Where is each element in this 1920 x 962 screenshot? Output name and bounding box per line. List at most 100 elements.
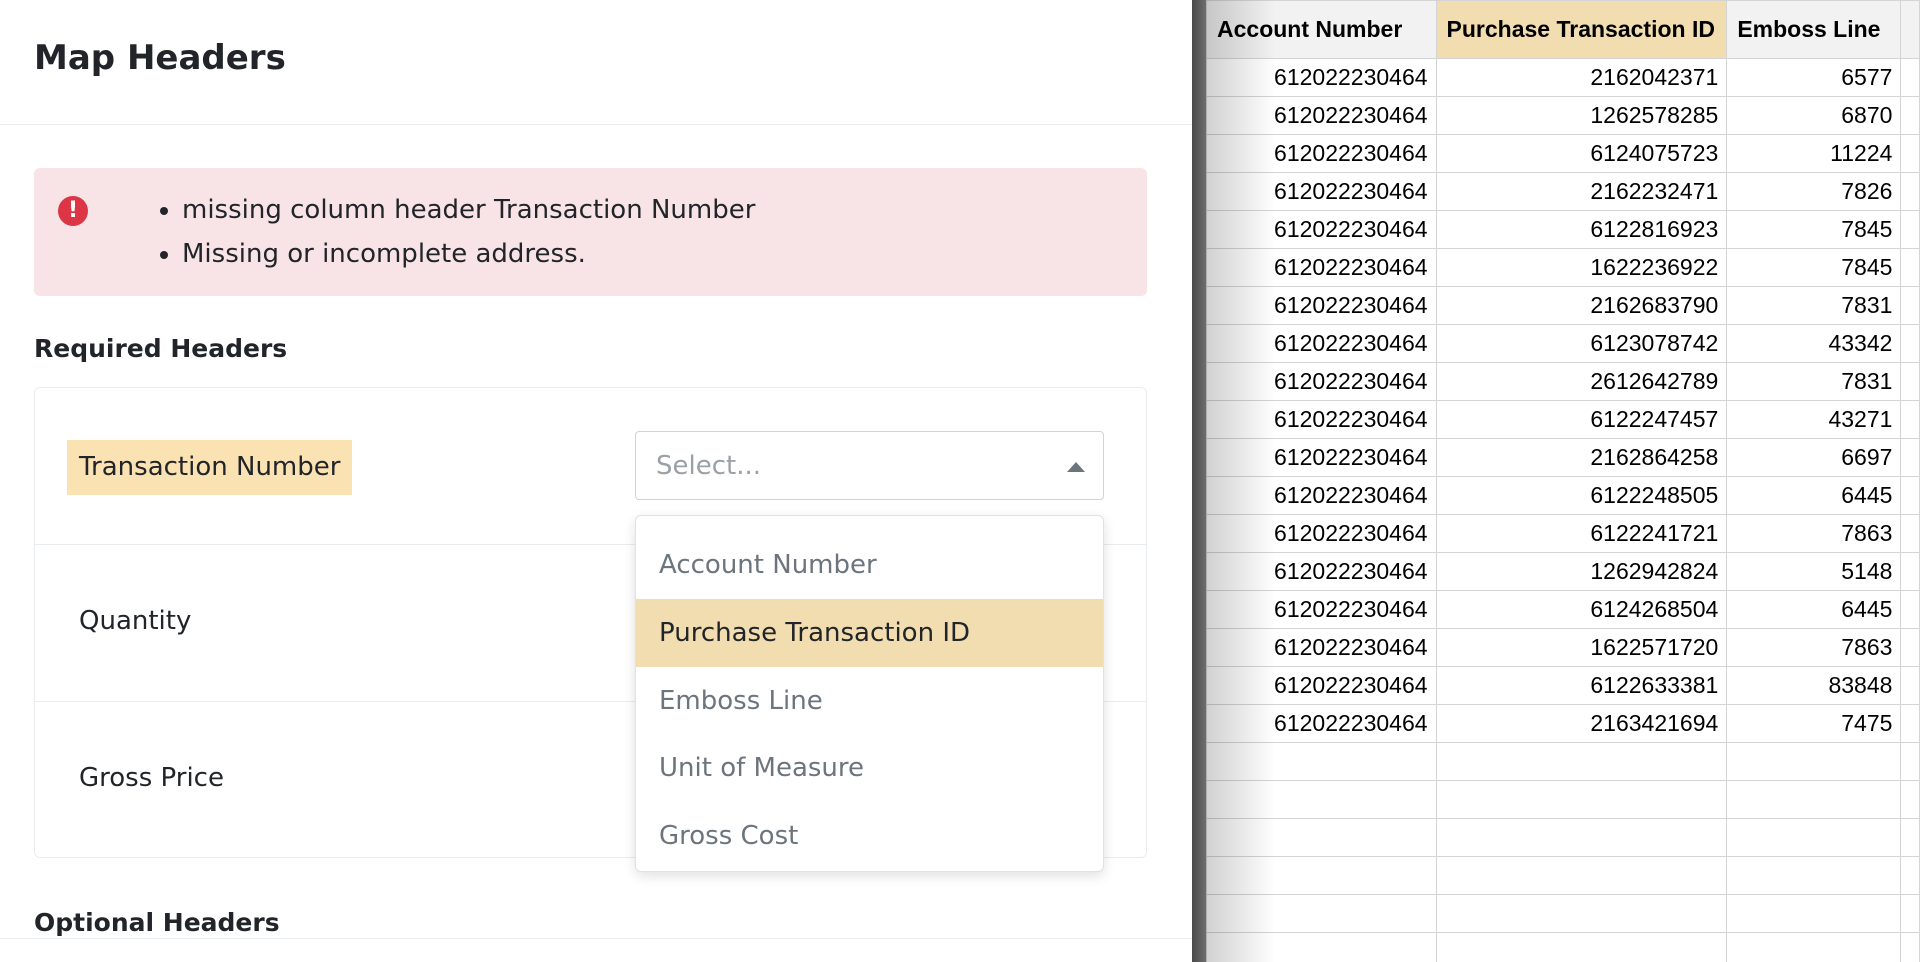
table-cell[interactable]: 1622571720 — [1435, 628, 1728, 667]
table-cell[interactable] — [1900, 134, 1920, 173]
table-cell[interactable] — [1900, 172, 1920, 211]
table-cell[interactable]: 612022230464 — [1206, 628, 1437, 667]
table-cell[interactable]: 612022230464 — [1206, 362, 1437, 401]
table-cell[interactable]: 612022230464 — [1206, 400, 1437, 439]
table-cell[interactable] — [1435, 742, 1728, 781]
table-cell[interactable] — [1900, 818, 1920, 857]
table-cell[interactable] — [1900, 476, 1920, 515]
table-cell[interactable]: 612022230464 — [1206, 286, 1437, 325]
dropdown-option-emboss-line[interactable]: Emboss Line — [636, 667, 1103, 735]
table-cell[interactable] — [1900, 514, 1920, 553]
table-cell[interactable] — [1206, 856, 1437, 895]
table-cell[interactable]: 612022230464 — [1206, 96, 1437, 135]
table-cell[interactable] — [1900, 590, 1920, 629]
table-cell[interactable]: 83848 — [1726, 666, 1902, 705]
table-cell[interactable] — [1435, 894, 1728, 933]
table-cell[interactable]: 612022230464 — [1206, 552, 1437, 591]
table-cell[interactable]: 7845 — [1726, 248, 1902, 287]
column-header-emboss-line[interactable]: Emboss Line — [1726, 0, 1902, 59]
table-cell[interactable] — [1900, 248, 1920, 287]
table-cell[interactable]: 7831 — [1726, 362, 1902, 401]
column-select[interactable]: Select... — [635, 431, 1104, 500]
dropdown-option-purchase-transaction-id[interactable]: Purchase Transaction ID — [636, 599, 1103, 667]
table-cell[interactable]: 7475 — [1726, 704, 1902, 743]
table-cell[interactable]: 612022230464 — [1206, 324, 1437, 363]
table-cell[interactable]: 612022230464 — [1206, 666, 1437, 705]
table-cell[interactable]: 612022230464 — [1206, 590, 1437, 629]
table-cell[interactable]: 6124268504 — [1435, 590, 1728, 629]
table-cell[interactable] — [1900, 96, 1920, 135]
table-cell[interactable] — [1206, 780, 1437, 819]
table-cell[interactable]: 6870 — [1726, 96, 1902, 135]
table-cell[interactable] — [1900, 286, 1920, 325]
column-header-empty[interactable] — [1900, 0, 1920, 59]
table-cell[interactable] — [1900, 210, 1920, 249]
table-cell[interactable]: 6122816923 — [1435, 210, 1728, 249]
panel-divider[interactable] — [1192, 0, 1206, 962]
table-cell[interactable]: 612022230464 — [1206, 476, 1437, 515]
table-cell[interactable]: 5148 — [1726, 552, 1902, 591]
table-cell[interactable] — [1900, 438, 1920, 477]
table-cell[interactable] — [1900, 704, 1920, 743]
table-cell[interactable]: 612022230464 — [1206, 210, 1437, 249]
table-cell[interactable]: 6124075723 — [1435, 134, 1728, 173]
dropdown-option-unit-of-measure[interactable]: Unit of Measure — [636, 734, 1103, 802]
table-cell[interactable]: 6122633381 — [1435, 666, 1728, 705]
table-cell[interactable] — [1900, 856, 1920, 895]
table-cell[interactable]: 612022230464 — [1206, 172, 1437, 211]
table-cell[interactable] — [1726, 894, 1902, 933]
table-cell[interactable]: 6445 — [1726, 476, 1902, 515]
table-cell[interactable]: 7863 — [1726, 628, 1902, 667]
table-cell[interactable] — [1900, 780, 1920, 819]
table-cell[interactable]: 7845 — [1726, 210, 1902, 249]
table-cell[interactable] — [1206, 818, 1437, 857]
table-cell[interactable]: 6697 — [1726, 438, 1902, 477]
table-cell[interactable]: 1262942824 — [1435, 552, 1728, 591]
table-cell[interactable]: 612022230464 — [1206, 58, 1437, 97]
table-cell[interactable] — [1206, 932, 1437, 962]
table-cell[interactable]: 2163421694 — [1435, 704, 1728, 743]
table-cell[interactable]: 612022230464 — [1206, 248, 1437, 287]
table-cell[interactable] — [1900, 362, 1920, 401]
table-cell[interactable]: 2162683790 — [1435, 286, 1728, 325]
table-cell[interactable]: 6122241721 — [1435, 514, 1728, 553]
table-cell[interactable] — [1900, 742, 1920, 781]
table-cell[interactable]: 2162232471 — [1435, 172, 1728, 211]
table-cell[interactable]: 612022230464 — [1206, 134, 1437, 173]
table-cell[interactable]: 1262578285 — [1435, 96, 1728, 135]
table-cell[interactable] — [1726, 818, 1902, 857]
dropdown-option-gross-cost[interactable]: Gross Cost — [636, 802, 1103, 870]
table-cell[interactable]: 11224 — [1726, 134, 1902, 173]
table-cell[interactable] — [1900, 666, 1920, 705]
table-cell[interactable]: 6122248505 — [1435, 476, 1728, 515]
table-cell[interactable]: 612022230464 — [1206, 438, 1437, 477]
table-cell[interactable] — [1900, 628, 1920, 667]
table-cell[interactable]: 2612642789 — [1435, 362, 1728, 401]
table-cell[interactable]: 43342 — [1726, 324, 1902, 363]
table-cell[interactable] — [1206, 894, 1437, 933]
table-cell[interactable]: 2162042371 — [1435, 58, 1728, 97]
table-cell[interactable]: 7863 — [1726, 514, 1902, 553]
table-cell[interactable] — [1900, 552, 1920, 591]
table-cell[interactable]: 1622236922 — [1435, 248, 1728, 287]
table-cell[interactable] — [1435, 932, 1728, 962]
table-cell[interactable]: 2162864258 — [1435, 438, 1728, 477]
table-cell[interactable]: 7831 — [1726, 286, 1902, 325]
table-cell[interactable]: 612022230464 — [1206, 704, 1437, 743]
table-cell[interactable] — [1435, 780, 1728, 819]
column-header-account-number[interactable]: Account Number — [1206, 0, 1437, 59]
table-cell[interactable] — [1726, 742, 1902, 781]
column-header-purchase-transaction-id[interactable]: Purchase Transaction ID — [1435, 0, 1728, 59]
table-cell[interactable] — [1435, 856, 1728, 895]
table-cell[interactable]: 7826 — [1726, 172, 1902, 211]
table-cell[interactable] — [1900, 58, 1920, 97]
table-cell[interactable]: 43271 — [1726, 400, 1902, 439]
table-cell[interactable] — [1726, 856, 1902, 895]
table-cell[interactable] — [1726, 932, 1902, 962]
table-cell[interactable] — [1900, 324, 1920, 363]
table-cell[interactable]: 6577 — [1726, 58, 1902, 97]
dropdown-option-account-number[interactable]: Account Number — [636, 531, 1103, 599]
table-cell[interactable] — [1435, 818, 1728, 857]
table-cell[interactable] — [1900, 400, 1920, 439]
caret-up-icon[interactable] — [1067, 462, 1085, 472]
